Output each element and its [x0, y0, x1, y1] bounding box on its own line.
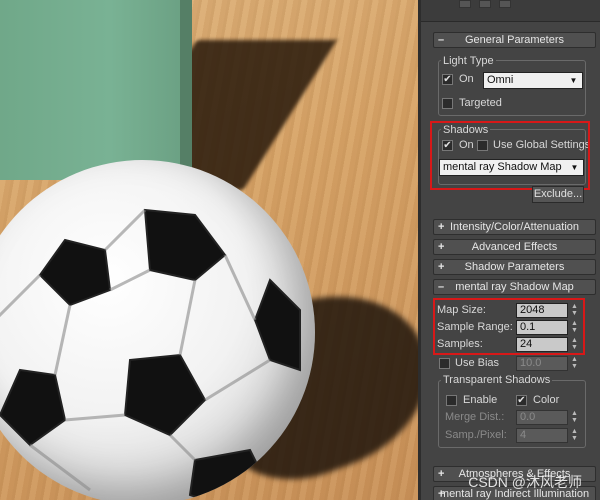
exclude-button[interactable]: Exclude...: [532, 186, 584, 203]
expand-plus-icon: +: [438, 468, 445, 480]
expand-plus-icon: +: [438, 261, 445, 273]
group-title-transparent-shadows: Transparent Shadows: [441, 374, 553, 386]
watermark: CSDN @沐风老师: [468, 474, 582, 490]
highlight-shadow-map-params: [433, 298, 585, 355]
use-bias-label: Use Bias: [455, 357, 500, 369]
toolbar-nub[interactable]: [479, 0, 491, 8]
spinner-arrows-icon[interactable]: ▲ ▼: [570, 356, 579, 371]
group-title-light-type: Light Type: [441, 55, 496, 67]
merge-dist-spinner[interactable]: 0.0 ▲ ▼: [516, 410, 580, 425]
samp-pixel-field[interactable]: 4: [516, 428, 568, 443]
dropdown-arrow-icon: ▼: [569, 76, 578, 85]
rollout-title: mental ray Shadow Map: [455, 281, 574, 293]
expand-plus-icon: +: [438, 241, 445, 253]
rollout-advanced-effects[interactable]: + Advanced Effects: [433, 239, 596, 255]
targeted-label: Targeted: [459, 97, 502, 109]
expand-plus-icon: +: [438, 221, 445, 233]
use-bias-checkbox[interactable]: [439, 358, 450, 369]
use-bias-field[interactable]: 10.0: [516, 356, 568, 371]
merge-dist-label: Merge Dist.:: [445, 411, 505, 423]
light-type-value: Omni: [487, 74, 514, 86]
light-type-dropdown[interactable]: Omni ▼: [483, 72, 583, 89]
transparent-color-checkbox[interactable]: ✔: [516, 395, 527, 406]
toolbar-nub[interactable]: [459, 0, 471, 8]
highlight-shadows: [430, 121, 590, 190]
rollout-general-parameters[interactable]: – General Parameters: [433, 32, 596, 48]
light-on-checkbox[interactable]: ✔: [442, 74, 453, 85]
rollout-title: Intensity/Color/Attenuation: [449, 221, 580, 233]
collapse-minus-icon: –: [438, 281, 445, 293]
rollout-intensity-color-attenuation[interactable]: + Intensity/Color/Attenuation: [433, 219, 596, 235]
panel-top-toolbar: [421, 0, 600, 22]
spinner-arrows-icon[interactable]: ▲ ▼: [570, 410, 579, 425]
light-on-label: On: [459, 73, 474, 85]
green-box-edge: [180, 0, 192, 180]
rollout-shadow-parameters[interactable]: + Shadow Parameters: [433, 259, 596, 275]
transparent-enable-label: Enable: [463, 394, 498, 406]
soccer-ball-pattern: [0, 208, 301, 500]
expand-plus-icon: +: [438, 488, 445, 500]
samp-pixel-spinner[interactable]: 4 ▲ ▼: [516, 428, 580, 443]
rollout-mental-ray-shadow-map[interactable]: – mental ray Shadow Map: [433, 279, 596, 295]
samp-pixel-label: Samp./Pixel:: [445, 429, 507, 441]
merge-dist-field[interactable]: 0.0: [516, 410, 568, 425]
soccer-ball: [0, 160, 315, 500]
rollout-title: Advanced Effects: [471, 241, 558, 253]
transparent-color-label: Color: [533, 394, 560, 406]
viewport-render: [0, 0, 418, 500]
command-panel: – General Parameters Light Type ✔ On Omn…: [418, 0, 600, 500]
rollout-title: Shadow Parameters: [464, 261, 565, 273]
spinner-arrows-icon[interactable]: ▲ ▼: [570, 428, 579, 443]
rollout-title: General Parameters: [464, 34, 565, 46]
transparent-enable-checkbox[interactable]: [446, 395, 457, 406]
collapse-minus-icon: –: [438, 34, 445, 46]
toolbar-nub[interactable]: [499, 0, 511, 8]
use-bias-spinner[interactable]: 10.0 ▲ ▼: [516, 356, 580, 371]
green-box: [0, 0, 190, 180]
targeted-checkbox[interactable]: [442, 98, 453, 109]
